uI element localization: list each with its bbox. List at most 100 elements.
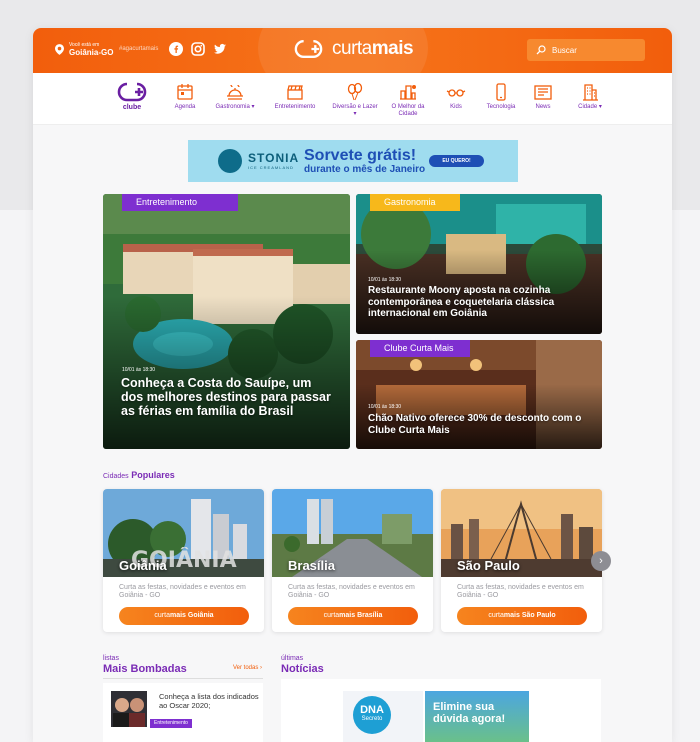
browser-page: Você está em Goiânia-GO #agacurtamais cu… xyxy=(33,28,672,742)
btn-bold: mais xyxy=(339,612,356,619)
see-all-link[interactable]: Ver todas › xyxy=(233,665,262,671)
city-description: Curta as festas, novidades e eventos em … xyxy=(119,584,246,599)
location-selector[interactable]: Você está em Goiânia-GO xyxy=(55,42,113,57)
nav-label: clube xyxy=(122,104,142,111)
category-tag[interactable]: Entretenimento xyxy=(122,194,238,211)
ad-headline: Sorvete grátis! xyxy=(304,147,417,164)
nav-label: Diversão e Lazer ▾ xyxy=(332,104,378,117)
btn-city: Brasília xyxy=(357,612,383,619)
dish-icon xyxy=(227,84,243,100)
carousel-next-button[interactable]: › xyxy=(591,551,611,571)
btn-city: São Paulo xyxy=(521,612,556,619)
nav-item-agenda[interactable]: Agenda xyxy=(160,79,210,111)
nav-item-gastronomia[interactable]: Gastronomia ▾ xyxy=(210,79,260,111)
nav-item-clube[interactable]: clube xyxy=(105,79,159,111)
main-nav: clube Agenda Gastronomia ▾ Entreteniment… xyxy=(33,73,672,125)
section-title-prefix: Cidades xyxy=(103,473,129,480)
post-title[interactable]: Conheça a Costa do Sauípe, um dos melhor… xyxy=(121,376,336,418)
city-button[interactable]: curtamais Brasília xyxy=(288,607,418,625)
btn-prefix: curta xyxy=(323,612,340,619)
nav-label: Kids xyxy=(450,104,462,110)
newspaper-icon xyxy=(534,85,552,100)
nav-label: Cidade ▾ xyxy=(578,104,602,110)
news-title: Notícias xyxy=(281,663,324,675)
social-links xyxy=(169,42,227,56)
nav-label: Gastronomia ▾ xyxy=(215,104,255,110)
category-tag[interactable]: Gastronomia xyxy=(370,194,460,211)
dna-logo-top: DNA xyxy=(360,704,384,716)
nav-item-melhor-cidade[interactable]: O Melhor da Cidade xyxy=(383,79,433,118)
list-item-tag: Entretenimento xyxy=(150,719,192,728)
nav-label: O Melhor da Cidade xyxy=(391,104,425,117)
nav-item-entretenimento[interactable]: Entretenimento xyxy=(270,79,320,111)
city-name: São Paulo xyxy=(457,558,520,573)
nav-label: Entretenimento xyxy=(274,104,316,110)
clapperboard-icon xyxy=(287,85,303,100)
nav-item-news[interactable]: News xyxy=(518,79,568,111)
post-date: 10/01 às 18:30 xyxy=(122,367,156,373)
dna-logo-bottom: Secreto xyxy=(361,716,383,722)
ad-cta-button[interactable]: EU QUERO! xyxy=(429,155,484,167)
nav-label: Agenda xyxy=(174,104,196,110)
dna-ad-text: Elimine sua dúvida agora! xyxy=(433,701,506,725)
lists-title: Mais Bombadas xyxy=(103,663,187,675)
city-card-sao-paulo[interactable]: São Paulo Curta as festas, novidades e e… xyxy=(441,489,602,632)
instagram-icon[interactable] xyxy=(191,42,205,56)
list-item-title: Conheça a lista dos indicados ao Oscar 2… xyxy=(159,692,259,710)
city-button[interactable]: curtamais São Paulo xyxy=(457,607,587,625)
city-name: Brasília xyxy=(288,558,335,573)
list-item[interactable]: Conheça a lista dos indicados ao Oscar 2… xyxy=(103,683,263,742)
city-card-goiania[interactable]: GOIÂNIA Goiânia Curta as festas, novidad… xyxy=(103,489,264,632)
btn-city: Goiânia xyxy=(187,612,214,619)
city-button[interactable]: curtamais Goiânia xyxy=(119,607,249,625)
logo-text-prefix: curta xyxy=(332,38,372,59)
nav-item-cidade[interactable]: Cidade ▾ xyxy=(565,79,615,111)
nav-label: News xyxy=(535,104,551,110)
list-thumbnail xyxy=(111,691,147,727)
curtamais-logo-icon xyxy=(294,40,323,58)
post-title[interactable]: Restaurante Moony aposta na cozinha cont… xyxy=(368,285,598,320)
post-title[interactable]: Chão Nativo oferece 30% de desconto com … xyxy=(368,413,593,436)
location-city: Goiânia-GO xyxy=(69,48,114,57)
stonia-logo-icon xyxy=(218,149,242,173)
search-label: Buscar xyxy=(552,45,577,55)
building-icon xyxy=(583,84,598,101)
search-box[interactable]: Buscar xyxy=(527,39,645,61)
btn-prefix: curta xyxy=(488,612,504,619)
dna-logo-icon: DNA Secreto xyxy=(353,696,391,734)
twitter-icon[interactable] xyxy=(213,42,227,56)
ad-brand: STONIA xyxy=(248,151,300,165)
calendar-icon xyxy=(177,84,193,100)
news-box: DNA Secreto Elimine sua dúvida agora! xyxy=(281,679,601,742)
btn-bold: mais xyxy=(169,612,186,619)
facebook-icon[interactable] xyxy=(169,42,183,56)
featured-card-clube[interactable]: Clube Curta Mais 10/01 às 18:30 Chão Nat… xyxy=(356,340,602,449)
search-icon xyxy=(536,45,546,55)
site-logo[interactable]: curtamais xyxy=(290,38,414,60)
dna-ad-left[interactable]: DNA Secreto xyxy=(343,691,423,742)
nav-item-kids[interactable]: Kids xyxy=(431,79,481,111)
divider xyxy=(103,678,263,679)
clube-logo-icon xyxy=(117,82,147,102)
nav-item-diversao[interactable]: Diversão e Lazer ▾ xyxy=(330,79,380,118)
glasses-icon xyxy=(446,89,466,97)
btn-bold: mais xyxy=(503,612,520,619)
city-award-icon xyxy=(400,85,416,100)
featured-card-gastronomia[interactable]: Gastronomia 10/01 às 18:30 Restaurante M… xyxy=(356,194,602,334)
dna-ad-right[interactable]: Elimine sua dúvida agora! xyxy=(425,691,529,742)
ad-subline: durante o mês de Janeiro xyxy=(304,164,426,175)
hashtag: #agacurtamais xyxy=(119,46,159,52)
logo-text-bold: mais xyxy=(371,38,414,59)
phone-icon xyxy=(496,83,506,101)
top-header: Você está em Goiânia-GO #agacurtamais cu… xyxy=(33,28,672,108)
ad-brand-sub: ICE CREAMLAND xyxy=(248,165,294,170)
location-pin-icon xyxy=(55,44,64,55)
city-card-brasilia[interactable]: Brasília Curta as festas, novidades e ev… xyxy=(272,489,433,632)
news-small-title: últimas xyxy=(281,655,304,662)
section-title-bold: Populares xyxy=(131,470,175,480)
category-tag[interactable]: Clube Curta Mais xyxy=(370,340,470,357)
cities-section-title: Cidades Populares xyxy=(103,470,175,480)
featured-card-main[interactable]: Entretenimento 10/01 às 18:30 Conheça a … xyxy=(103,194,350,449)
ad-banner[interactable]: STONIA ICE CREAMLAND Sorvete grátis! dur… xyxy=(188,140,518,182)
post-date: 10/01 às 18:30 xyxy=(368,277,402,283)
